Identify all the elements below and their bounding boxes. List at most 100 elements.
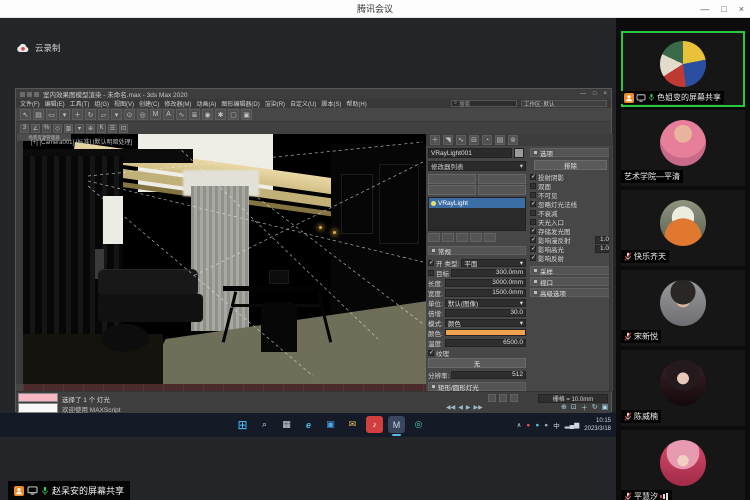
make-unique-button[interactable] bbox=[456, 233, 468, 242]
selection-lock-toggle[interactable] bbox=[499, 394, 507, 402]
named-selection-icon[interactable]: ▾ bbox=[75, 124, 84, 133]
units-dropdown[interactable]: 默认(图像)▾ bbox=[445, 299, 526, 307]
search-button[interactable]: ⌕ bbox=[256, 416, 273, 433]
multiplier-field[interactable]: 30.0 bbox=[445, 309, 526, 317]
zoom-button[interactable]: ⊕ bbox=[561, 403, 567, 413]
show-end-result-button[interactable] bbox=[442, 233, 454, 242]
option-row[interactable]: 影响反射 bbox=[530, 253, 611, 262]
play-button[interactable]: ▶ bbox=[466, 404, 471, 411]
spinner-snap-icon[interactable]: ◇ bbox=[53, 124, 62, 133]
display-tab-icon[interactable]: ▤ bbox=[495, 135, 505, 145]
render-production-icon[interactable]: ▣ bbox=[241, 109, 252, 120]
keyboard-override-icon[interactable]: K bbox=[97, 124, 106, 133]
temperature-field[interactable]: 6500.0 bbox=[445, 339, 526, 347]
menu-item[interactable]: 创建(C) bbox=[139, 99, 159, 108]
modify-tab-icon[interactable]: ∿ bbox=[456, 135, 466, 145]
rollout-general[interactable]: 常规 bbox=[428, 246, 526, 255]
snap-magnet-icon[interactable]: ◎ bbox=[137, 109, 148, 120]
max-maximize-button[interactable]: □ bbox=[593, 91, 597, 97]
rollout-header[interactable]: 高级选项 bbox=[530, 288, 611, 297]
edge-icon[interactable]: e bbox=[300, 416, 317, 433]
search-box[interactable]: ⌕ 搜索 bbox=[451, 100, 517, 107]
hierarchy-tab-icon[interactable]: ⊟ bbox=[469, 135, 479, 145]
tray-app-icon-3[interactable]: ● bbox=[544, 422, 548, 429]
width-field[interactable]: 1500.0mm bbox=[445, 289, 526, 297]
rollout-header[interactable]: 采样 bbox=[530, 266, 611, 275]
menu-item[interactable]: 工具(T) bbox=[70, 99, 90, 108]
rollout-options[interactable]: 选项 bbox=[530, 148, 611, 157]
network-icon[interactable]: ▂▄▆ bbox=[565, 421, 580, 429]
tray-app-icon-2[interactable]: ● bbox=[535, 422, 539, 429]
maximize-viewport-button[interactable]: ▣ bbox=[602, 403, 609, 413]
align-tool-icon[interactable]: A bbox=[163, 109, 174, 120]
menu-item[interactable]: 渲染(R) bbox=[265, 99, 285, 108]
max-close-button[interactable]: × bbox=[603, 91, 607, 97]
render-setup-icon[interactable]: ✱ bbox=[215, 109, 226, 120]
mirror-tool-icon[interactable]: M bbox=[150, 109, 161, 120]
mail-app-icon[interactable]: ✉ bbox=[344, 416, 361, 433]
length-field[interactable]: 3000.0mm bbox=[445, 279, 526, 287]
taskbar-clock[interactable]: 10:15 2023/3/18 bbox=[584, 417, 611, 433]
menu-item[interactable]: 文件(F) bbox=[20, 99, 40, 108]
modifier-stack[interactable]: VRayLight bbox=[428, 197, 526, 231]
render-frame-icon[interactable]: ▢ bbox=[228, 109, 239, 120]
start-button[interactable]: ⊞ bbox=[234, 416, 251, 433]
graphite-tools-icon[interactable]: ☰ bbox=[108, 124, 117, 133]
tray-chevron-icon[interactable]: ∧ bbox=[517, 421, 522, 429]
layer-manager-icon[interactable]: ≣ bbox=[189, 109, 200, 120]
stack-button[interactable] bbox=[428, 174, 476, 184]
material-editor-icon[interactable]: ◉ bbox=[202, 109, 213, 120]
next-frame-button[interactable]: ▶▶ bbox=[473, 404, 482, 411]
participant-tile[interactable]: 色姐变的屏幕共享 bbox=[621, 31, 745, 107]
texture-checkbox[interactable] bbox=[428, 350, 434, 356]
browser-app-icon[interactable]: ◎ bbox=[410, 416, 427, 433]
target-distance-field[interactable]: 300.0mm bbox=[451, 269, 526, 277]
minimize-button[interactable]: — bbox=[700, 4, 709, 14]
viewport-label[interactable]: [+] [Camera001] [标准] [默认明暗处理] bbox=[31, 137, 132, 146]
active-app-icon[interactable]: M bbox=[388, 416, 405, 433]
max-minimize-button[interactable]: — bbox=[580, 91, 586, 97]
texture-none-button[interactable]: 无 bbox=[428, 358, 526, 368]
stack-button[interactable] bbox=[428, 185, 476, 195]
participant-tile[interactable]: 平慧汐 bbox=[621, 430, 745, 500]
menu-item[interactable]: 修改器(M) bbox=[164, 99, 191, 108]
tray-app-icon-1[interactable]: ● bbox=[526, 422, 530, 429]
utilities-tab-icon[interactable]: ⊚ bbox=[508, 135, 518, 145]
type-dropdown[interactable]: 平面▾ bbox=[461, 259, 526, 267]
menu-item[interactable]: 编辑(E) bbox=[45, 99, 65, 108]
exclude-button[interactable]: 排除 bbox=[534, 160, 607, 170]
isolate-selection-icon[interactable]: ⊡ bbox=[119, 124, 128, 133]
maxscript-mini-listener[interactable] bbox=[18, 403, 58, 413]
menu-item[interactable]: 自定义(U) bbox=[290, 99, 316, 108]
mode-dropdown[interactable]: 颜色▾ bbox=[445, 319, 526, 327]
workspace-selector[interactable]: 工作区: 默认 bbox=[521, 100, 607, 107]
viewport[interactable]: [+] [Camera001] [标准] [默认明暗处理] bbox=[23, 134, 426, 384]
stack-button[interactable] bbox=[478, 185, 526, 195]
selection-region-icon[interactable]: ▭ bbox=[46, 109, 57, 120]
coordinate-mode-toggle[interactable] bbox=[510, 394, 518, 402]
rotate-tool-icon[interactable]: ↻ bbox=[85, 109, 96, 120]
on-checkbox[interactable] bbox=[428, 260, 434, 266]
modifier-list-dropdown[interactable]: 修改器列表 ▾ bbox=[428, 161, 526, 171]
menu-item[interactable]: 脚本(S) bbox=[321, 99, 341, 108]
rollout-rect-light[interactable]: 矩形/圆形灯光 bbox=[428, 382, 526, 391]
quick-access-toolbar[interactable] bbox=[20, 92, 39, 97]
resolution-field[interactable]: 512 bbox=[451, 371, 526, 379]
participant-tile[interactable]: 艺术学院—平清 bbox=[621, 110, 745, 186]
percent-snap-icon[interactable]: % bbox=[42, 124, 51, 133]
participant-tile[interactable]: 陈威楠 bbox=[621, 350, 745, 426]
zoom-extents-button[interactable]: ⊡ bbox=[571, 403, 577, 413]
reference-coordinate-icon[interactable]: ▾ bbox=[111, 109, 122, 120]
pivot-center-icon[interactable]: ⊕ bbox=[86, 124, 95, 133]
object-color-swatch[interactable] bbox=[514, 148, 524, 158]
angle-snap-icon[interactable]: ∠ bbox=[31, 124, 40, 133]
target-checkbox[interactable] bbox=[428, 270, 434, 276]
previous-frame-button[interactable]: ◀ bbox=[458, 404, 463, 411]
meeting-app-icon[interactable]: ▣ bbox=[322, 416, 339, 433]
close-button[interactable]: × bbox=[739, 4, 744, 14]
pin-panel-icon[interactable]: ＋ bbox=[430, 135, 440, 145]
select-by-name-icon[interactable]: ▤ bbox=[33, 109, 44, 120]
object-name-field[interactable]: VRayLight001 bbox=[428, 148, 512, 158]
menu-item[interactable]: 帮助(H) bbox=[346, 99, 366, 108]
menu-item[interactable]: 动画(A) bbox=[196, 99, 216, 108]
